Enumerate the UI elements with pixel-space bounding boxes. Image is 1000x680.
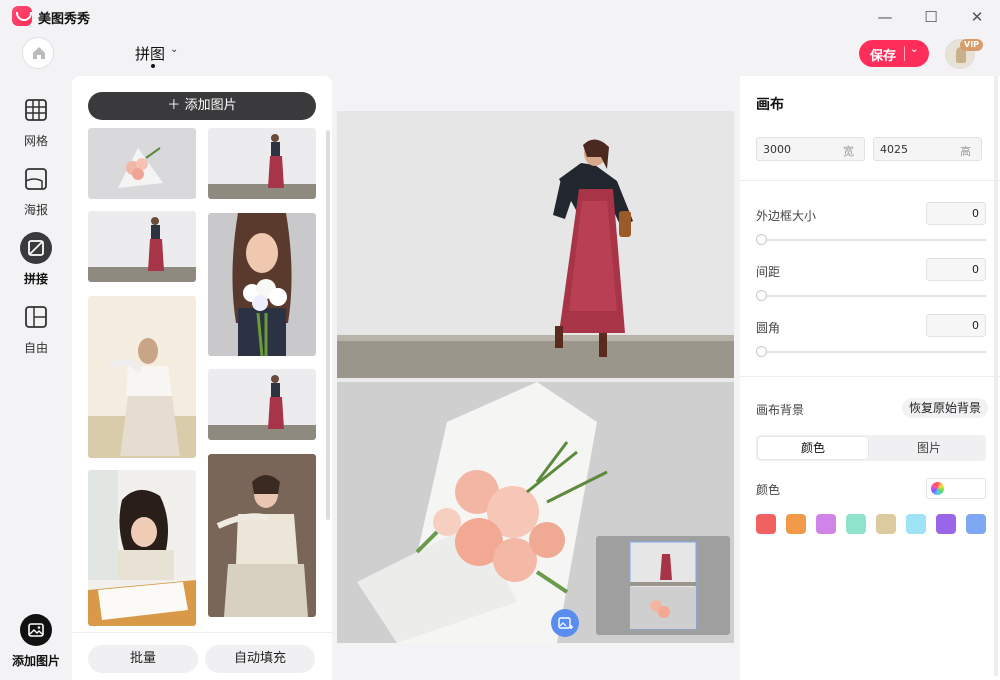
plus-icon: ＋: [167, 98, 181, 113]
mode-title[interactable]: 拼图: [135, 43, 165, 64]
color-swatch[interactable]: [876, 514, 896, 534]
spacing-label: 间距: [756, 265, 781, 279]
nav-item-free[interactable]: 自由: [0, 301, 72, 356]
width-field[interactable]: 3000 宽: [756, 137, 865, 161]
nav-label-free: 自由: [23, 341, 48, 355]
color-label: 颜色: [756, 483, 781, 497]
vip-badge: VIP: [960, 39, 984, 51]
nav-label-grid: 网格: [23, 134, 48, 148]
corner-radius-label: 圆角: [756, 321, 781, 335]
stitch-icon: [20, 232, 52, 264]
nav-item-stitch[interactable]: 拼接: [0, 232, 72, 287]
add-photo-nav-button[interactable]: 添加图片: [0, 614, 72, 669]
nav-item-poster[interactable]: 海报: [0, 163, 72, 218]
canvas-navigator-minimap[interactable]: [596, 536, 730, 635]
close-icon[interactable]: ✕: [967, 7, 987, 27]
width-unit: 宽: [843, 145, 854, 158]
active-indicator: [151, 64, 155, 68]
nav-label-stitch: 拼接: [23, 272, 48, 286]
restore-background-button[interactable]: 恢复原始背景: [902, 398, 988, 418]
collage-cell-top[interactable]: [337, 111, 734, 378]
nav-item-grid[interactable]: 网格: [0, 94, 72, 149]
image-icon: [20, 614, 52, 646]
maximize-icon[interactable]: ☐: [921, 7, 941, 27]
border-size-slider-handle[interactable]: [756, 234, 767, 245]
save-button[interactable]: 保存 ⌄: [859, 40, 929, 67]
spacing-slider-handle[interactable]: [756, 290, 767, 301]
color-swatch[interactable]: [816, 514, 836, 534]
autofill-button[interactable]: 自动填充: [205, 645, 315, 673]
tab-image[interactable]: 图片: [874, 437, 984, 459]
grid-icon: [20, 94, 52, 126]
border-size-label: 外边框大小: [756, 209, 817, 223]
image-thumbnail[interactable]: [88, 470, 196, 626]
chevron-down-icon[interactable]: ⌄: [170, 44, 178, 55]
image-thumbnail[interactable]: [208, 454, 316, 617]
minimize-icon[interactable]: —: [875, 7, 895, 27]
save-label: 保存: [870, 49, 897, 64]
app-name: 美图秀秀: [38, 12, 91, 27]
tab-color[interactable]: 颜色: [758, 437, 868, 459]
free-layout-icon: [20, 301, 52, 333]
color-swatch[interactable]: [756, 514, 776, 534]
spacing-input[interactable]: 0: [926, 258, 986, 281]
image-thumbnail[interactable]: [208, 128, 316, 199]
app-logo-icon: [12, 6, 32, 26]
title-bar: 美图秀秀 — ☐ ✕: [0, 0, 1000, 34]
color-wheel-icon: [931, 482, 944, 495]
corner-radius-slider-handle[interactable]: [756, 346, 767, 357]
corner-radius-input[interactable]: 0: [926, 314, 986, 337]
color-swatch[interactable]: [846, 514, 866, 534]
image-thumbnail[interactable]: [208, 369, 316, 440]
color-swatch[interactable]: [966, 514, 986, 534]
panel-footer: 批量 自动填充: [72, 632, 332, 680]
image-thumbnail[interactable]: [88, 211, 196, 282]
poster-icon: [20, 163, 52, 195]
spacing-slider-track[interactable]: [760, 295, 986, 297]
color-swatch[interactable]: [786, 514, 806, 534]
color-swatch[interactable]: [936, 514, 956, 534]
divider: [740, 180, 1000, 181]
image-library-panel: ＋ 添加图片 批量 自动填充: [72, 76, 332, 680]
image-thumbnail[interactable]: [88, 296, 196, 458]
border-size-slider-track[interactable]: [760, 239, 986, 241]
height-unit: 高: [960, 145, 971, 158]
color-picker[interactable]: [926, 478, 986, 499]
width-value: 3000: [763, 143, 791, 156]
image-thumbnail[interactable]: [208, 213, 316, 356]
image-thumbnail[interactable]: [88, 128, 196, 199]
save-menu-chevron-icon[interactable]: ⌄: [910, 44, 918, 55]
corner-radius-slider-track[interactable]: [760, 351, 986, 353]
height-value: 4025: [880, 143, 908, 156]
divider: [740, 376, 1000, 377]
save-divider: [904, 46, 905, 61]
replace-image-icon[interactable]: [551, 609, 579, 637]
batch-button[interactable]: 批量: [88, 645, 198, 673]
color-swatch[interactable]: [906, 514, 926, 534]
add-photo-nav-label: 添加图片: [11, 654, 60, 668]
panel-scrollbar[interactable]: [326, 130, 330, 520]
border-size-input[interactable]: 0: [926, 202, 986, 225]
add-image-label: 添加图片: [184, 98, 237, 113]
canvas-section-title: 画布: [756, 97, 784, 113]
settings-scrollbar[interactable]: [994, 76, 998, 676]
home-icon: [33, 47, 45, 59]
settings-panel: 画布 3000 宽 4025 高 外边框大小 0 间距 0 圆角 0 画布背景 …: [740, 76, 1000, 680]
home-button[interactable]: [22, 37, 54, 69]
add-image-button[interactable]: ＋ 添加图片: [88, 92, 316, 120]
nav-label-poster: 海报: [23, 203, 48, 217]
canvas-background-label: 画布背景: [756, 403, 805, 417]
height-field[interactable]: 4025 高: [873, 137, 982, 161]
background-type-tabs: 颜色 图片: [756, 435, 986, 461]
